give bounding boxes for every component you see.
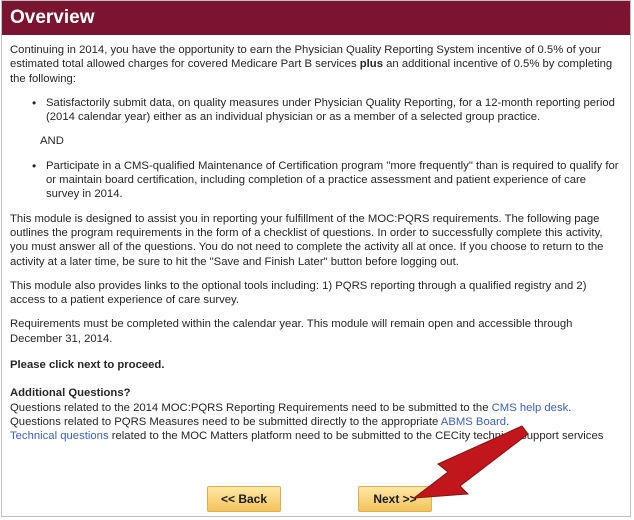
cms-help-desk-link[interactable]: CMS help desk xyxy=(492,402,569,414)
aq2-text: Questions related to PQRS Measures need … xyxy=(10,415,441,428)
content-area: Continuing in 2014, you have the opportu… xyxy=(2,35,630,444)
red-arrow-icon xyxy=(412,425,529,499)
additional-questions-title: Additional Questions? xyxy=(10,387,131,400)
back-button[interactable]: << Back xyxy=(207,486,281,512)
aq1-end: . xyxy=(568,401,572,414)
deadline-paragraph: Requirements must be completed within th… xyxy=(10,318,573,345)
module-description: This module is designed to assist you in… xyxy=(10,212,604,268)
and-separator: AND xyxy=(40,135,64,148)
requirements-list: Satisfactorily submit data, on quality m… xyxy=(10,96,620,125)
technical-questions-link[interactable]: Technical questions xyxy=(10,430,109,442)
requirements-list-2: Participate in a CMS-qualified Maintenan… xyxy=(10,159,620,202)
list-item: Participate in a CMS-qualified Maintenan… xyxy=(32,159,620,202)
aq-line-1: Questions related to the 2014 MOC:PQRS R… xyxy=(10,401,620,415)
page-title: Overview xyxy=(2,1,630,35)
proceed-instruction: Please click next to proceed. xyxy=(10,359,165,372)
list-item: Satisfactorily submit data, on quality m… xyxy=(32,96,620,125)
overview-panel: Overview Continuing in 2014, you have th… xyxy=(1,0,631,517)
optional-tools-paragraph: This module also provides links to the o… xyxy=(10,279,587,307)
arrow-shape xyxy=(412,425,529,499)
navigation-buttons: << Back Next >> xyxy=(2,486,630,512)
aq1-text: Questions related to the 2014 MOC:PQRS R… xyxy=(10,401,492,414)
intro-bold: plus xyxy=(359,58,383,71)
intro-paragraph: Continuing in 2014, you have the opportu… xyxy=(10,43,620,86)
